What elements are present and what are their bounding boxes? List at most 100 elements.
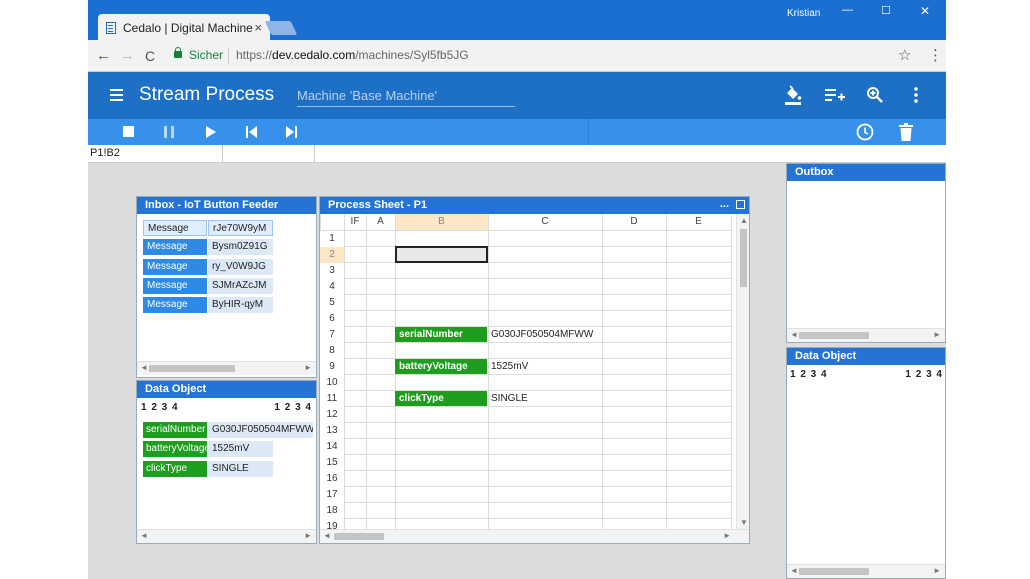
- horizontal-scrollbar[interactable]: ◄ ►: [787, 328, 945, 342]
- scroll-left-icon[interactable]: ◄: [140, 531, 148, 540]
- sheet-title: Process Sheet - P1: [328, 199, 428, 211]
- pause-icon[interactable]: [164, 126, 174, 141]
- column-header[interactable]: D: [602, 214, 666, 230]
- scroll-right-icon[interactable]: ►: [723, 531, 731, 540]
- row-header[interactable]: 8: [320, 343, 344, 359]
- stop-icon[interactable]: [123, 126, 134, 140]
- pager-right[interactable]: 1 2 3 4: [274, 402, 312, 413]
- row-header[interactable]: 11: [320, 391, 344, 407]
- scroll-thumb[interactable]: [799, 332, 869, 339]
- play-icon[interactable]: [206, 126, 216, 141]
- row-header[interactable]: 12: [320, 407, 344, 423]
- browser-menu-icon[interactable]: ⋮: [928, 46, 943, 64]
- row-header[interactable]: 5: [320, 295, 344, 311]
- horizontal-scrollbar[interactable]: ◄ ►: [320, 529, 749, 543]
- row-header[interactable]: 4: [320, 279, 344, 295]
- more-vert-icon[interactable]: [913, 87, 919, 103]
- row-header[interactable]: 2: [320, 247, 344, 263]
- vertical-scrollbar[interactable]: ▲ ▼: [736, 214, 749, 529]
- zoom-icon[interactable]: [866, 86, 884, 104]
- scroll-right-icon[interactable]: ►: [304, 531, 312, 540]
- sheet-cell-key[interactable]: serialNumber: [395, 327, 487, 342]
- list-item[interactable]: Message rJe70W9yM: [143, 220, 273, 236]
- scroll-right-icon[interactable]: ►: [933, 330, 941, 339]
- pager-left[interactable]: 1 2 3 4: [790, 369, 828, 380]
- trash-icon[interactable]: [899, 123, 913, 144]
- profile-name[interactable]: Kristian: [787, 8, 820, 19]
- row-header[interactable]: 1: [320, 231, 344, 247]
- close-window-icon[interactable]: ✕: [920, 4, 930, 18]
- message-key: Message: [143, 239, 207, 255]
- bookmark-star-icon[interactable]: ☆: [898, 46, 911, 64]
- row-header[interactable]: 13: [320, 423, 344, 439]
- minimize-icon[interactable]: —: [842, 4, 853, 16]
- clock-icon[interactable]: [856, 123, 874, 144]
- row-header[interactable]: 16: [320, 471, 344, 487]
- sheet-cell-value[interactable]: 1525mV: [488, 359, 602, 374]
- selected-cell[interactable]: [395, 246, 488, 263]
- new-tab-button[interactable]: [264, 21, 298, 35]
- column-header[interactable]: B: [395, 214, 488, 230]
- scroll-thumb[interactable]: [149, 365, 235, 372]
- data-row[interactable]: batteryVoltage 1525mV: [143, 441, 313, 457]
- column-header[interactable]: IF: [344, 214, 366, 230]
- scroll-right-icon[interactable]: ►: [933, 566, 941, 575]
- row-header[interactable]: 14: [320, 439, 344, 455]
- column-header[interactable]: E: [666, 214, 731, 230]
- list-item[interactable]: Message SJMrAZcJM: [143, 278, 273, 294]
- maximize-panel-icon[interactable]: [736, 200, 745, 209]
- horizontal-scrollbar[interactable]: ◄ ►: [137, 361, 316, 375]
- scroll-left-icon[interactable]: ◄: [790, 330, 798, 339]
- row-header[interactable]: 6: [320, 311, 344, 327]
- paint-bucket-icon[interactable]: [783, 84, 803, 106]
- row-header[interactable]: 9: [320, 359, 344, 375]
- step-forward-icon[interactable]: [286, 126, 297, 141]
- sheet-cell-key[interactable]: clickType: [395, 391, 487, 406]
- reload-icon[interactable]: C: [145, 48, 155, 64]
- horizontal-scrollbar[interactable]: ◄ ►: [787, 564, 945, 578]
- column-header[interactable]: C: [488, 214, 602, 230]
- hamburger-menu-icon[interactable]: [110, 89, 123, 91]
- row-header[interactable]: 10: [320, 375, 344, 391]
- scroll-left-icon[interactable]: ◄: [790, 566, 798, 575]
- sheet-cell-key[interactable]: batteryVoltage: [395, 359, 487, 374]
- scroll-thumb[interactable]: [799, 568, 869, 575]
- machine-name-input[interactable]: Machine 'Base Machine': [297, 88, 515, 107]
- horizontal-scrollbar[interactable]: ◄ ►: [137, 529, 316, 543]
- list-item[interactable]: Message ByHIR-qyM: [143, 297, 273, 313]
- sheet-cell-value[interactable]: G030JF050504MFWW: [488, 327, 602, 342]
- tab-close-icon[interactable]: ×: [254, 20, 262, 35]
- scroll-right-icon[interactable]: ►: [304, 363, 312, 372]
- outbox-data-object-panel: Data Object 1 2 3 4 1 2 3 4 ◄ ►: [786, 347, 946, 579]
- pager-right[interactable]: 1 2 3 4: [905, 369, 943, 380]
- scroll-thumb[interactable]: [334, 533, 384, 540]
- sheet-more-icon[interactable]: ...: [720, 198, 729, 210]
- add-list-icon[interactable]: [825, 87, 845, 103]
- back-arrow-icon[interactable]: ←: [96, 47, 111, 64]
- scroll-left-icon[interactable]: ◄: [323, 531, 331, 540]
- row-header[interactable]: 15: [320, 455, 344, 471]
- scroll-thumb[interactable]: [740, 229, 747, 287]
- secure-label[interactable]: Sicher: [189, 48, 223, 62]
- row-header[interactable]: 3: [320, 263, 344, 279]
- sheet-cell-value[interactable]: SINGLE: [488, 391, 602, 406]
- forward-arrow-icon[interactable]: →: [120, 47, 135, 64]
- data-row[interactable]: serialNumber G030JF050504MFWW: [143, 422, 313, 438]
- maximize-icon[interactable]: ☐: [881, 4, 891, 17]
- scroll-left-icon[interactable]: ◄: [140, 363, 148, 372]
- list-item[interactable]: Message ry_V0W9JG: [143, 259, 273, 275]
- cell-reference[interactable]: P1!B2: [90, 147, 120, 159]
- scroll-up-icon[interactable]: ▲: [740, 216, 748, 225]
- data-key: serialNumber: [143, 422, 207, 438]
- row-header[interactable]: 18: [320, 503, 344, 519]
- pager-left[interactable]: 1 2 3 4: [141, 402, 179, 413]
- url-field[interactable]: https://dev.cedalo.com/machines/Syl5fb5J…: [236, 48, 469, 62]
- browser-tab[interactable]: Cedalo | Digital Machine ×: [98, 14, 270, 41]
- list-item[interactable]: Message Bysm0Z91G: [143, 239, 273, 255]
- data-row[interactable]: clickType SINGLE: [143, 461, 313, 477]
- scroll-down-icon[interactable]: ▼: [740, 518, 748, 527]
- row-header[interactable]: 7: [320, 327, 344, 343]
- row-header[interactable]: 17: [320, 487, 344, 503]
- step-back-icon[interactable]: [246, 126, 257, 141]
- column-header[interactable]: A: [366, 214, 395, 230]
